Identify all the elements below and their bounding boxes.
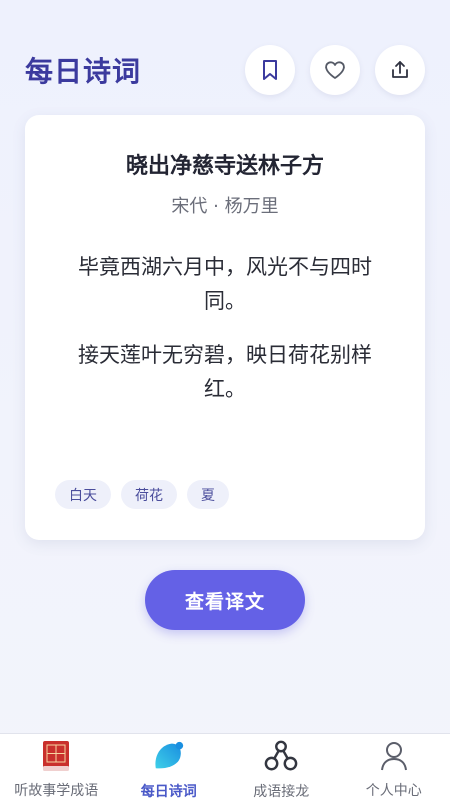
poem-body: 毕竟西湖六月中，风光不与四时同。 接天莲叶无穷碧，映日荷花别样红。 (63, 250, 387, 426)
tag[interactable]: 夏 (187, 480, 229, 509)
tab-profile[interactable]: 个人中心 (338, 734, 450, 800)
dictionary-book-icon (39, 739, 73, 772)
favorite-button[interactable] (310, 45, 360, 95)
tab-label: 每日诗词 (140, 784, 197, 800)
tab-label: 成语接龙 (253, 784, 310, 800)
share-button[interactable] (375, 45, 425, 95)
tag[interactable]: 白天 (55, 480, 111, 509)
chain-nodes-icon (264, 739, 298, 773)
view-translation-button[interactable]: 查看译文 (145, 570, 305, 630)
bottom-tab-bar: 听故事学成语 每日诗词 成语接龙 个人中心 (0, 733, 450, 800)
tag[interactable]: 荷花 (121, 480, 177, 509)
poem-author: 宋代 · 杨万里 (171, 196, 279, 217)
page-title: 每日诗词 (25, 55, 142, 88)
poem-title: 晓出净慈寺送林子方 (125, 154, 324, 179)
bookmark-icon (263, 60, 277, 80)
user-icon (377, 739, 411, 772)
leaf-bubble-icon (152, 739, 186, 773)
heart-icon (325, 61, 345, 79)
poem-card: 晓出净慈寺送林子方 宋代 · 杨万里 毕竟西湖六月中，风光不与四时同。 接天莲叶… (25, 115, 425, 540)
bookmark-button[interactable] (245, 45, 295, 95)
tab-label: 听故事学成语 (14, 783, 99, 799)
tab-label: 个人中心 (365, 783, 422, 799)
tab-stories[interactable]: 听故事学成语 (0, 734, 113, 800)
poem-line: 接天莲叶无穷碧，映日荷花别样红。 (78, 343, 372, 401)
tab-idiom-chain[interactable]: 成语接龙 (225, 734, 338, 800)
tab-daily-poem[interactable]: 每日诗词 (113, 734, 226, 800)
share-icon (392, 61, 408, 78)
tag-list: 白天 荷花 夏 (55, 480, 229, 509)
poem-line: 毕竟西湖六月中，风光不与四时同。 (78, 255, 372, 313)
